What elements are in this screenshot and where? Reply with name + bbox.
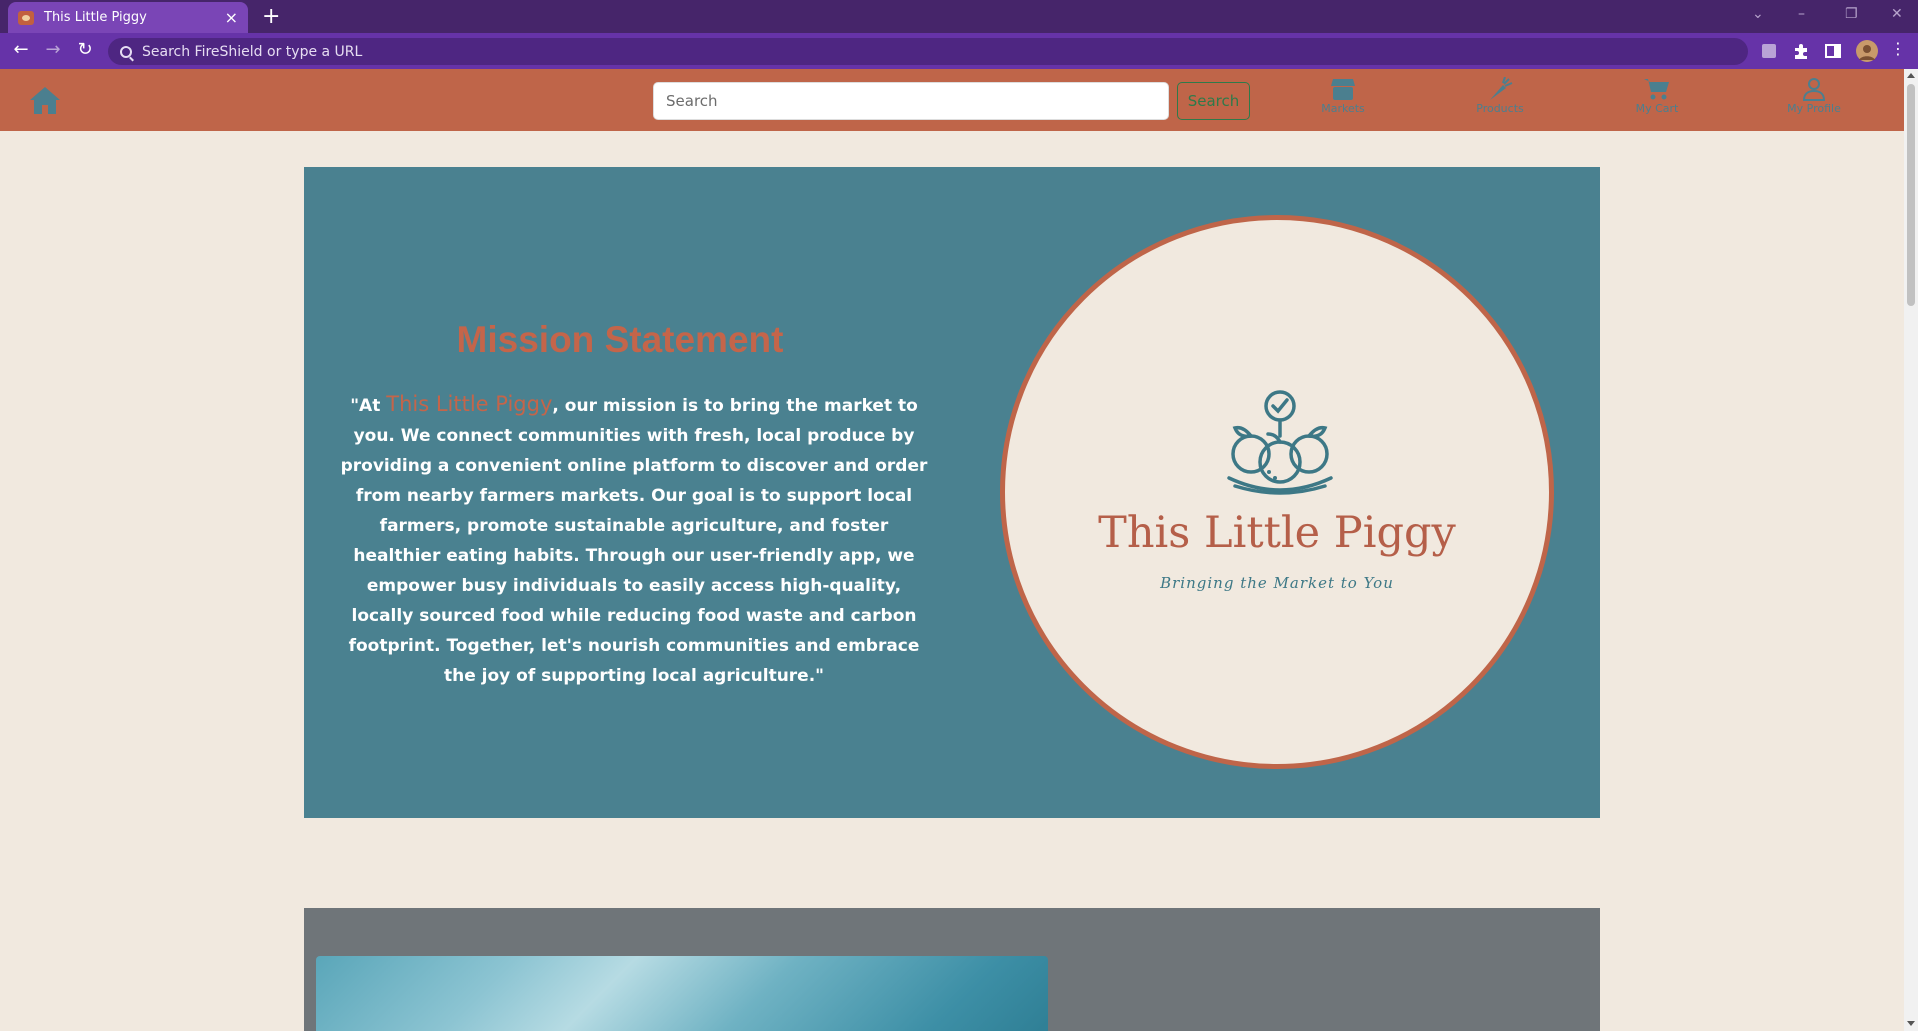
- brand-name: This Little Piggy: [386, 392, 553, 416]
- logo-name: This Little Piggy: [1098, 508, 1456, 558]
- cart-icon: [1644, 79, 1669, 100]
- sidebar-icon[interactable]: [1824, 42, 1842, 60]
- quote-open: "At: [350, 396, 387, 416]
- page-scrollbar[interactable]: [1904, 69, 1918, 1031]
- fruit-basket-icon: [1227, 390, 1333, 495]
- new-tab-button[interactable]: +: [262, 4, 280, 29]
- address-placeholder: Search FireShield or type a URL: [142, 43, 363, 60]
- search-input[interactable]: [653, 82, 1169, 120]
- browser-tab[interactable]: This Little Piggy ×: [8, 2, 248, 33]
- home-icon[interactable]: [28, 85, 62, 115]
- tab-close-icon[interactable]: ×: [225, 9, 238, 26]
- mission-section: Mission Statement "At This Little Piggy,…: [304, 167, 1600, 818]
- site-header: Search Markets Products My Cart My Profi…: [0, 69, 1904, 131]
- tab-list-icon[interactable]: ⌄: [1752, 6, 1764, 22]
- search-icon: [120, 45, 132, 58]
- about-section: [304, 908, 1600, 1031]
- reload-button[interactable]: ↻: [73, 39, 97, 60]
- avatar[interactable]: [1856, 40, 1878, 62]
- mission-statement: "At This Little Piggy, our mission is to…: [334, 389, 934, 691]
- logo-tagline: Bringing the Market to You: [1160, 574, 1394, 592]
- forward-button[interactable]: →: [41, 39, 65, 60]
- browser-menu-icon[interactable]: ⋮: [1886, 39, 1910, 58]
- minimize-button[interactable]: –: [1798, 6, 1805, 22]
- browser-toolbar: ← → ↻ Search FireShield or type a URL ⋮: [0, 33, 1918, 69]
- nav-cart[interactable]: My Cart: [1597, 77, 1717, 115]
- mission-body: , our mission is to bring the market to …: [340, 396, 928, 686]
- sky-image: [316, 956, 1048, 1031]
- back-button[interactable]: ←: [9, 39, 33, 60]
- store-icon: [1331, 79, 1355, 100]
- nav-label: My Cart: [1635, 102, 1679, 115]
- carrot-icon: [1490, 77, 1513, 100]
- nav-markets[interactable]: Markets: [1283, 77, 1403, 115]
- nav-label: Products: [1476, 102, 1524, 115]
- favicon-icon: [18, 10, 34, 25]
- scroll-up-icon[interactable]: [1907, 73, 1915, 78]
- close-window-button[interactable]: ✕: [1891, 6, 1903, 22]
- scroll-down-icon[interactable]: [1907, 1021, 1915, 1026]
- restore-button[interactable]: ❐: [1845, 6, 1858, 22]
- address-bar[interactable]: Search FireShield or type a URL: [108, 38, 1748, 65]
- nav-products[interactable]: Products: [1440, 77, 1560, 115]
- tab-title: This Little Piggy: [44, 10, 147, 25]
- mission-title: Mission Statement: [456, 319, 784, 360]
- search-button[interactable]: Search: [1177, 82, 1250, 120]
- nav-label: My Profile: [1787, 102, 1841, 115]
- extension-square-icon[interactable]: [1760, 42, 1778, 60]
- nav-label: Markets: [1321, 102, 1365, 115]
- puzzle-icon[interactable]: [1792, 42, 1810, 60]
- logo-badge: This Little Piggy Bringing the Market to…: [1000, 215, 1554, 769]
- nav-profile[interactable]: My Profile: [1754, 77, 1874, 115]
- scroll-thumb[interactable]: [1907, 84, 1915, 306]
- user-icon: [1802, 78, 1826, 101]
- browser-tab-bar: This Little Piggy × + ⌄ – ❐ ✕: [0, 0, 1918, 33]
